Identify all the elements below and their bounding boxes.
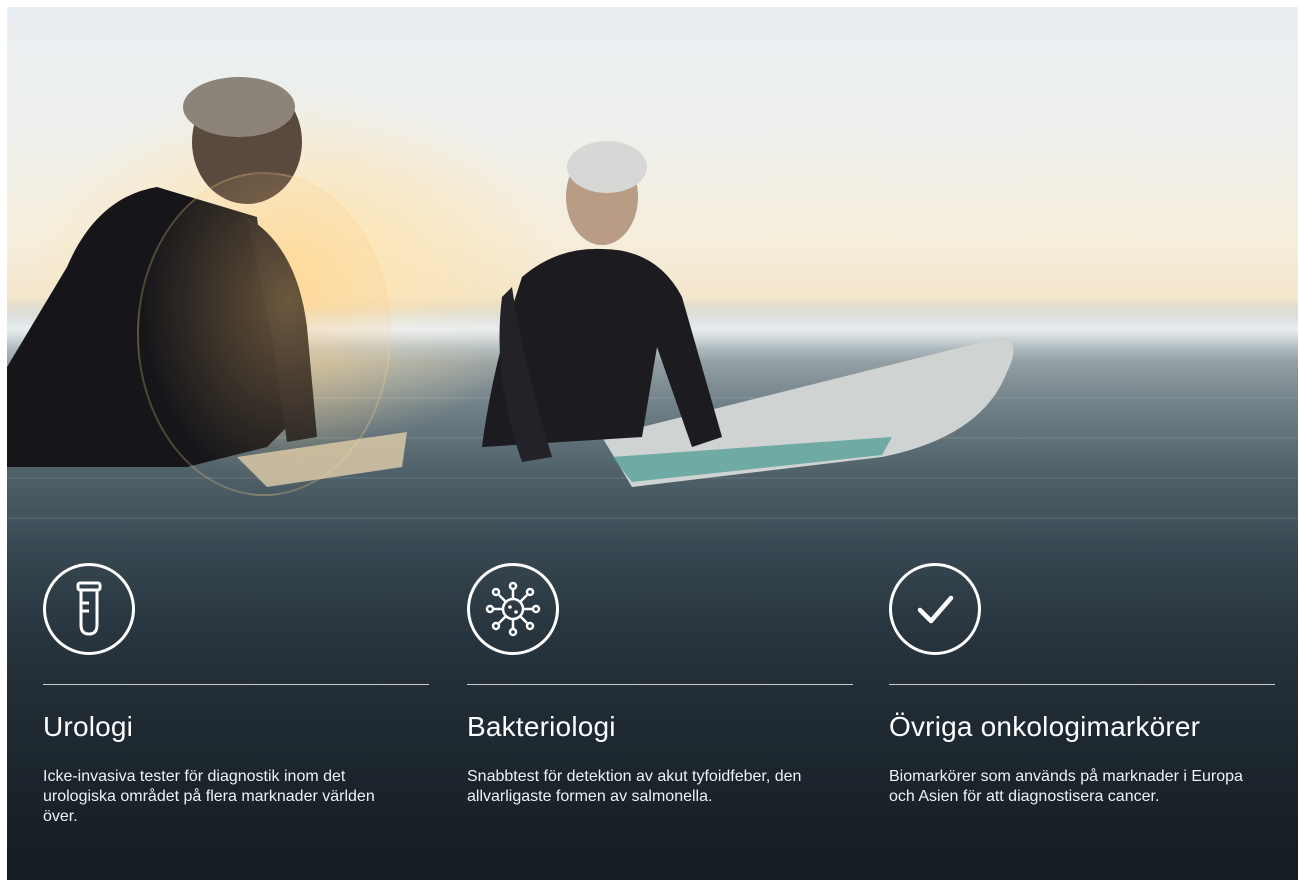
lens-flare bbox=[137, 172, 391, 496]
hero-banner: Urologi Icke-invasiva tester för diagnos… bbox=[7, 7, 1298, 880]
virus-icon bbox=[467, 563, 559, 655]
feature-divider bbox=[467, 684, 853, 685]
feature-description: Icke-invasiva tester för diagnostik inom… bbox=[43, 768, 375, 825]
feature-description: Biomarkörer som används på marknader i E… bbox=[889, 768, 1243, 805]
feature-divider bbox=[43, 684, 429, 685]
feature-bakteriologi: Bakteriologi Snabbtest för detektion av … bbox=[467, 563, 853, 805]
feature-onkologimarkorer: Övriga onkologimarkörer Biomarkörer som … bbox=[889, 563, 1275, 805]
feature-title: Urologi bbox=[43, 711, 134, 742]
feature-urologi: Urologi Icke-invasiva tester för diagnos… bbox=[43, 563, 429, 825]
feature-title: Bakteriologi bbox=[467, 711, 616, 742]
water-ripple bbox=[7, 517, 1298, 519]
checkmark-icon bbox=[889, 563, 981, 655]
surfer-woman-image bbox=[482, 141, 1014, 487]
test-tube-icon bbox=[43, 563, 135, 655]
feature-title: Övriga onkologimarkörer bbox=[889, 711, 1201, 742]
feature-description: Snabbtest för detektion av akut tyfoidfe… bbox=[467, 768, 802, 805]
feature-divider bbox=[889, 684, 1275, 685]
